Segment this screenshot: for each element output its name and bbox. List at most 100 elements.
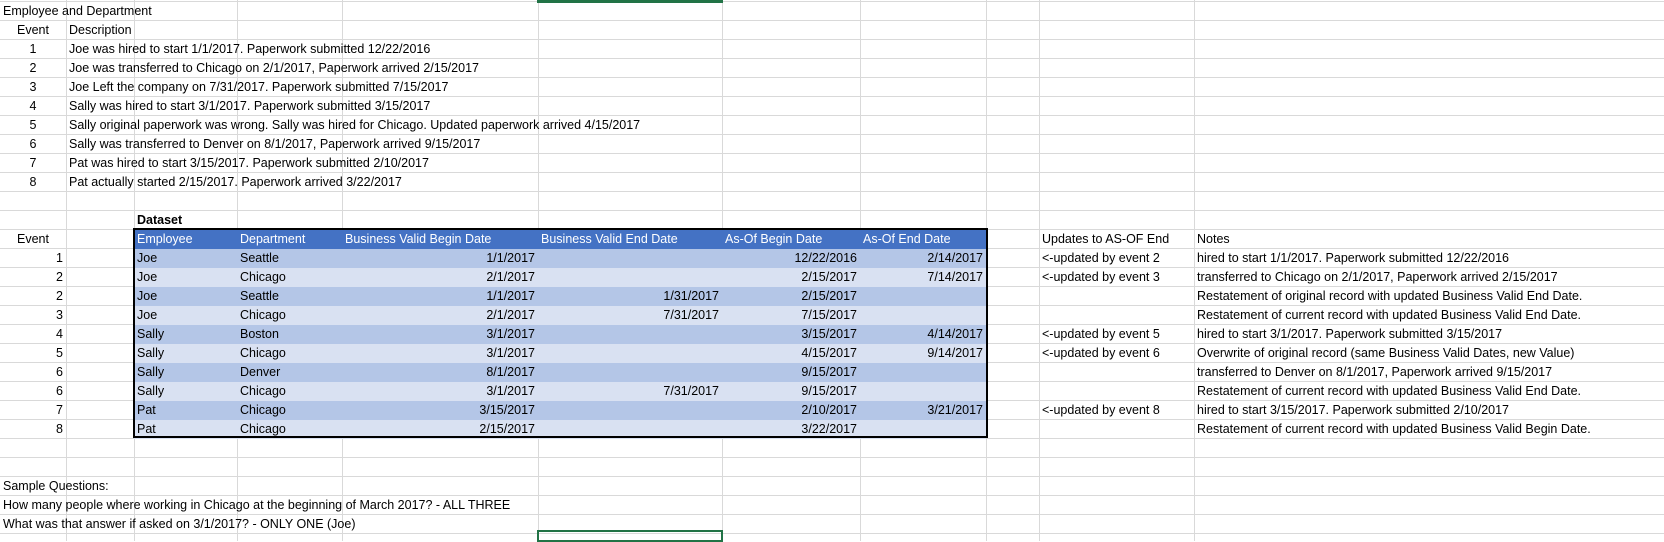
cell-asof-begin[interactable]: 7/15/2017	[722, 306, 860, 325]
event-description[interactable]: Sally was hired to start 3/1/2017. Paper…	[66, 97, 433, 116]
cell-event[interactable]: 1	[0, 249, 66, 268]
cell-business-valid-begin[interactable]: 1/1/2017	[342, 287, 538, 306]
cell-department[interactable]: Chicago	[237, 420, 342, 439]
cell-department[interactable]: Chicago	[237, 382, 342, 401]
header-business-valid-end[interactable]: Business Valid End Date	[538, 230, 722, 249]
cell-update-note[interactable]: <-updated by event 5	[1039, 325, 1163, 344]
cell-event[interactable]: 8	[0, 420, 66, 439]
cell-event[interactable]: 2	[0, 287, 66, 306]
description-column-header[interactable]: Description	[66, 21, 135, 40]
event-number[interactable]: 3	[0, 78, 66, 97]
cell-update-note[interactable]: <-updated by event 3	[1039, 268, 1163, 287]
cell-business-valid-begin[interactable]: 3/1/2017	[342, 325, 538, 344]
cell-business-valid-begin[interactable]: 8/1/2017	[342, 363, 538, 382]
cell-asof-begin[interactable]: 9/15/2017	[722, 363, 860, 382]
cell-note[interactable]: hired to start 1/1/2017. Paperwork submi…	[1194, 249, 1512, 268]
cell-asof-end[interactable]	[860, 363, 986, 382]
cell-asof-end[interactable]: 9/14/2017	[860, 344, 986, 363]
event-description[interactable]: Pat was hired to start 3/15/2017. Paperw…	[66, 154, 432, 173]
dataset-label[interactable]: Dataset	[134, 211, 185, 230]
event-description[interactable]: Pat actually started 2/15/2017. Paperwor…	[66, 173, 405, 192]
cell-asof-end[interactable]	[860, 420, 986, 439]
cell-business-valid-end[interactable]	[538, 325, 722, 344]
cell-note[interactable]: Restatement of current record with updat…	[1194, 382, 1584, 401]
cell-employee[interactable]: Joe	[134, 306, 237, 325]
event-description[interactable]: Joe Left the company on 7/31/2017. Paper…	[66, 78, 451, 97]
cell-business-valid-end[interactable]	[538, 268, 722, 287]
cell-employee[interactable]: Sally	[134, 344, 237, 363]
cell-business-valid-end[interactable]	[538, 401, 722, 420]
cell-asof-begin[interactable]: 2/15/2017	[722, 287, 860, 306]
cell-business-valid-end[interactable]: 7/31/2017	[538, 306, 722, 325]
cell-business-valid-begin[interactable]: 3/15/2017	[342, 401, 538, 420]
cell-update-note[interactable]	[1039, 420, 1045, 439]
cell-asof-end[interactable]: 4/14/2017	[860, 325, 986, 344]
cell-asof-end[interactable]	[860, 287, 986, 306]
cell-asof-end[interactable]	[860, 306, 986, 325]
cell-asof-begin[interactable]: 2/15/2017	[722, 268, 860, 287]
cell-department[interactable]: Denver	[237, 363, 342, 382]
sheet-title[interactable]: Employee and Department	[0, 2, 155, 21]
event-description[interactable]: Joe was hired to start 1/1/2017. Paperwo…	[66, 40, 433, 59]
cell-business-valid-begin[interactable]: 3/1/2017	[342, 382, 538, 401]
cell-event[interactable]: 7	[0, 401, 66, 420]
cell-business-valid-end[interactable]	[538, 249, 722, 268]
cell-update-note[interactable]	[1039, 306, 1045, 325]
cell-update-note[interactable]: <-updated by event 2	[1039, 249, 1163, 268]
notes-column-header[interactable]: Notes	[1194, 230, 1233, 249]
cell-employee[interactable]: Joe	[134, 287, 237, 306]
cell-event[interactable]: 6	[0, 363, 66, 382]
cell-note[interactable]: transferred to Chicago on 2/1/2017, Pape…	[1194, 268, 1561, 287]
cell-business-valid-end[interactable]	[538, 420, 722, 439]
cell-department[interactable]: Boston	[237, 325, 342, 344]
header-asof-end[interactable]: As-Of End Date	[860, 230, 986, 249]
cell-business-valid-end[interactable]: 7/31/2017	[538, 382, 722, 401]
event-column-header[interactable]: Event	[0, 21, 66, 40]
spreadsheet-grid[interactable]: Employee and Department Event Descriptio…	[0, 0, 1664, 542]
event-number[interactable]: 7	[0, 154, 66, 173]
cell-asof-end[interactable]: 3/21/2017	[860, 401, 986, 420]
cell-note[interactable]: hired to start 3/1/2017. Paperwork submi…	[1194, 325, 1505, 344]
question-1[interactable]: How many people where working in Chicago…	[0, 496, 513, 515]
cell-employee[interactable]: Pat	[134, 420, 237, 439]
cell-employee[interactable]: Pat	[134, 401, 237, 420]
cell-asof-begin[interactable]: 12/22/2016	[722, 249, 860, 268]
cell-business-valid-begin[interactable]: 2/1/2017	[342, 268, 538, 287]
cell-department[interactable]: Seattle	[237, 249, 342, 268]
cell-note[interactable]: Restatement of original record with upda…	[1194, 287, 1585, 306]
cell-note[interactable]: hired to start 3/15/2017. Paperwork subm…	[1194, 401, 1512, 420]
header-asof-begin[interactable]: As-Of Begin Date	[722, 230, 860, 249]
cell-note[interactable]: transferred to Denver on 8/1/2017, Paper…	[1194, 363, 1555, 382]
cell-note[interactable]: Restatement of current record with updat…	[1194, 420, 1594, 439]
cell-department[interactable]: Chicago	[237, 344, 342, 363]
header-employee[interactable]: Employee	[134, 230, 237, 249]
cell-event[interactable]: 2	[0, 268, 66, 287]
cell-business-valid-end[interactable]: 1/31/2017	[538, 287, 722, 306]
cell-asof-begin[interactable]: 3/22/2017	[722, 420, 860, 439]
question-2[interactable]: What was that answer if asked on 3/1/201…	[0, 515, 358, 534]
cell-employee[interactable]: Joe	[134, 249, 237, 268]
header-department[interactable]: Department	[237, 230, 342, 249]
table-event-header[interactable]: Event	[0, 230, 66, 249]
cell-asof-end[interactable]: 7/14/2017	[860, 268, 986, 287]
cell-event[interactable]: 3	[0, 306, 66, 325]
header-business-valid-begin[interactable]: Business Valid Begin Date	[342, 230, 538, 249]
event-number[interactable]: 2	[0, 59, 66, 78]
cell-business-valid-end[interactable]	[538, 363, 722, 382]
cell-department[interactable]: Seattle	[237, 287, 342, 306]
cell-employee[interactable]: Joe	[134, 268, 237, 287]
event-number[interactable]: 6	[0, 135, 66, 154]
cell-asof-begin[interactable]: 4/15/2017	[722, 344, 860, 363]
cell-business-valid-begin[interactable]: 2/1/2017	[342, 306, 538, 325]
event-description[interactable]: Sally original paperwork was wrong. Sall…	[66, 116, 643, 135]
cell-business-valid-begin[interactable]: 1/1/2017	[342, 249, 538, 268]
cell-business-valid-end[interactable]	[538, 344, 722, 363]
cell-note[interactable]: Restatement of current record with updat…	[1194, 306, 1584, 325]
cell-update-note[interactable]	[1039, 382, 1045, 401]
cell-department[interactable]: Chicago	[237, 401, 342, 420]
sample-questions-label[interactable]: Sample Questions:	[0, 477, 112, 496]
cell-asof-begin[interactable]: 9/15/2017	[722, 382, 860, 401]
cell-event[interactable]: 5	[0, 344, 66, 363]
cell-asof-end[interactable]	[860, 382, 986, 401]
event-description[interactable]: Joe was transferred to Chicago on 2/1/20…	[66, 59, 482, 78]
